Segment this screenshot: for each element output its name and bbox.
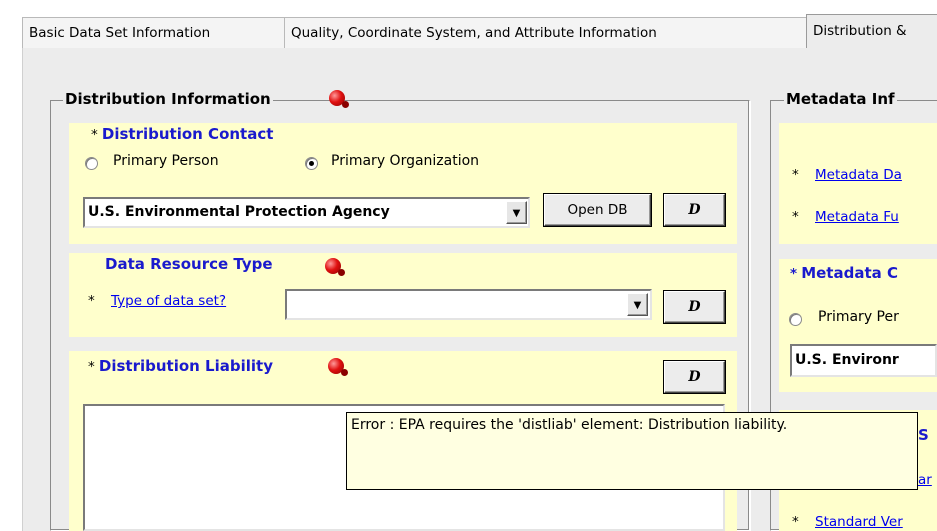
metadata-information-title: Metadata Inf — [786, 90, 895, 108]
required-star: * — [88, 293, 95, 309]
distribution-information-legend: Distribution Information — [63, 88, 273, 110]
tab-distribution[interactable]: Distribution & — [806, 14, 937, 50]
error-icon[interactable] — [329, 90, 349, 108]
type-of-data-set-link[interactable]: Type of data set? — [111, 293, 226, 309]
radio-primary-organization[interactable] — [305, 157, 318, 170]
distribution-contact-combo[interactable]: U.S. Environmental Protection Agency — [83, 197, 530, 228]
type-of-data-set-combo[interactable] — [285, 289, 652, 320]
radio-primary-organization-label: Primary Organization — [331, 153, 480, 169]
tab-basic-data-set[interactable]: Basic Data Set Information — [22, 17, 298, 49]
required-star: * — [790, 266, 798, 282]
radio-metadata-primary-person[interactable] — [789, 313, 802, 326]
error-tooltip-text: Error : EPA requires the 'distliab' elem… — [351, 417, 788, 433]
tab-bar: Basic Data Set Information Quality, Coor… — [22, 14, 937, 50]
radio-metadata-primary-person-label: Primary Per — [818, 309, 899, 325]
radio-primary-person-label: Primary Person — [113, 153, 219, 169]
chevron-down-icon[interactable]: ▼ — [506, 201, 527, 224]
required-star: * — [88, 359, 95, 375]
metadata-future-link[interactable]: Metadata Fu — [815, 209, 899, 225]
distribution-information-title: Distribution Information — [65, 90, 271, 108]
distribution-contact-heading: * Distribution Contact — [91, 123, 273, 145]
metadata-date-link[interactable]: Metadata Da — [815, 167, 902, 183]
required-star: * — [792, 167, 799, 183]
standard-version-link[interactable]: Standard Ver — [815, 514, 903, 530]
distribution-contact-value: U.S. Environmental Protection Agency — [88, 204, 390, 220]
distribution-liability-title: Distribution Liability — [98, 357, 273, 375]
error-tooltip: Error : EPA requires the 'distliab' elem… — [346, 412, 918, 490]
tab-quality-coordinate-attribute[interactable]: Quality, Coordinate System, and Attribut… — [284, 17, 820, 49]
required-star: * — [792, 514, 799, 530]
metadata-information-legend: Metadata Inf — [784, 88, 897, 110]
metadata-standard-partial-link[interactable]: ar — [918, 472, 932, 488]
required-star: * — [792, 209, 799, 225]
distribution-contact-d-button[interactable]: D — [664, 194, 725, 226]
metadata-contact-combo[interactable]: U.S. Environr — [790, 344, 937, 377]
chevron-down-icon[interactable]: ▼ — [627, 293, 648, 316]
data-resource-type-d-button[interactable]: D — [664, 291, 725, 323]
error-icon[interactable] — [328, 358, 348, 376]
required-star: * — [91, 127, 98, 143]
distribution-liability-heading: * Distribution Liability — [88, 355, 273, 377]
error-icon[interactable] — [325, 258, 345, 276]
distribution-liability-d-button[interactable]: D — [664, 361, 725, 393]
radio-primary-person[interactable] — [85, 157, 98, 170]
distribution-contact-title: Distribution Contact — [101, 125, 274, 143]
metadata-contact-heading: * Metadata C — [790, 264, 898, 282]
metadata-contact-title: Metadata C — [801, 264, 898, 282]
data-resource-type-title: Data Resource Type — [105, 255, 273, 273]
metadata-date-section — [779, 123, 937, 244]
metadata-standard-partial-title: S — [918, 426, 929, 444]
open-db-button[interactable]: Open DB — [544, 194, 651, 226]
metadata-contact-value: U.S. Environr — [795, 352, 899, 368]
